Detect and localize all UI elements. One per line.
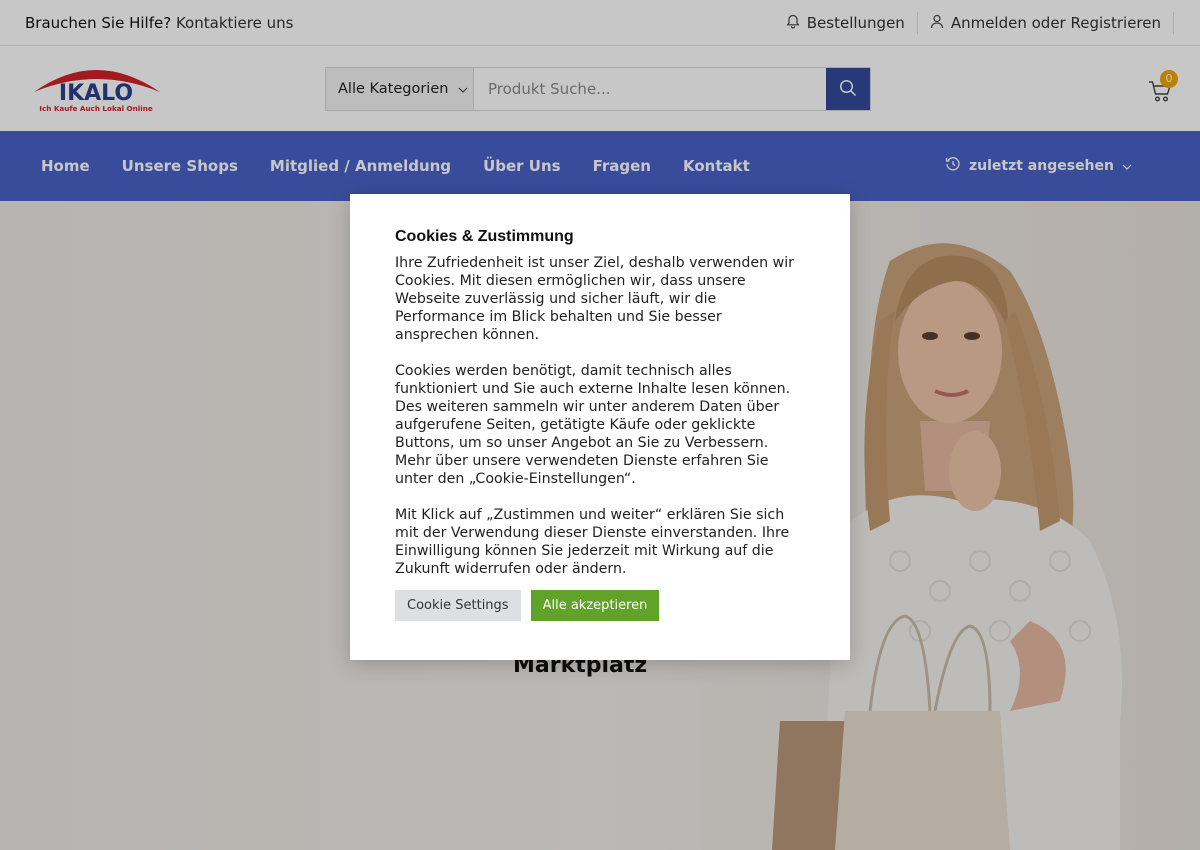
cookie-settings-button[interactable]: Cookie Settings	[395, 590, 521, 621]
cookie-paragraph-1: Ihre Zufriedenheit ist unser Ziel, desha…	[395, 255, 794, 343]
cookie-consent-dialog: Cookies & Zustimmung Ihre Zufriedenheit …	[350, 194, 850, 660]
cookie-title: Cookies & Zustimmung	[395, 228, 574, 245]
cookie-buttons: Cookie Settings Alle akzeptieren	[395, 590, 805, 621]
accept-all-button[interactable]: Alle akzeptieren	[530, 590, 660, 621]
cookie-paragraph-3: Mit Klick auf „Zustimmen und weiter“ erk…	[395, 507, 790, 577]
cookie-paragraph-2: Cookies werden benötigt, damit technisch…	[395, 363, 791, 487]
